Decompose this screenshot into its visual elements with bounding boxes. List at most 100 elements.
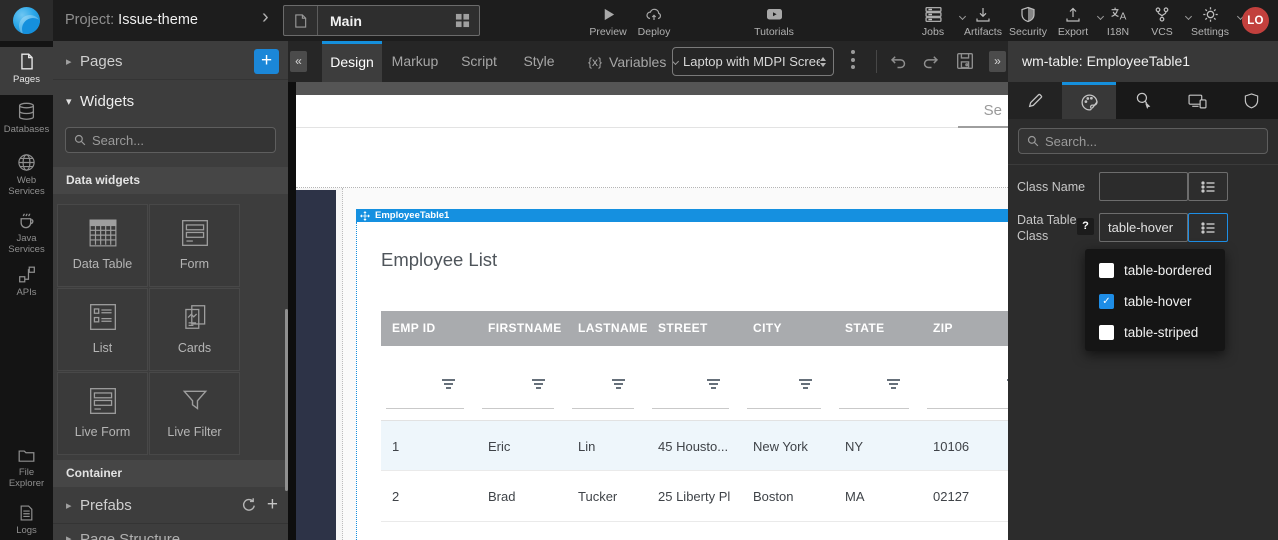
tab-properties[interactable] — [1008, 82, 1062, 119]
filter-icon[interactable] — [612, 379, 625, 391]
checkbox-unchecked[interactable] — [1099, 325, 1114, 340]
sidebar-item-web-services[interactable]: Web Services — [0, 153, 53, 209]
class-name-list-button[interactable] — [1188, 172, 1228, 201]
widget-tile-form[interactable]: Form — [149, 204, 240, 287]
widget-tile-list[interactable]: List — [57, 288, 148, 371]
filter-input[interactable] — [652, 408, 729, 409]
user-avatar[interactable]: LO — [1242, 7, 1269, 34]
filter-cell[interactable] — [922, 346, 1008, 420]
column-header[interactable]: EMP ID — [381, 311, 477, 346]
chevron-right-icon[interactable]: › — [262, 6, 269, 29]
table-cell[interactable]: 45 Housto... — [647, 421, 742, 470]
export-button[interactable]: Export — [1051, 5, 1095, 39]
page-tab-main[interactable]: Main — [283, 5, 480, 36]
checkbox-checked[interactable]: ✓ — [1099, 294, 1114, 309]
dropdown-option-table-bordered[interactable]: table-bordered — [1085, 255, 1225, 286]
help-icon[interactable]: ? — [1077, 218, 1094, 235]
sidebar-item-java-services[interactable]: Java Services — [0, 211, 53, 263]
tab-security[interactable] — [1224, 82, 1278, 119]
style-search-input[interactable] — [1045, 134, 1259, 149]
add-prefab-icon[interactable]: + — [267, 494, 278, 516]
settings-button[interactable]: Settings — [1185, 5, 1235, 39]
table-cell[interactable]: MA — [834, 471, 922, 521]
column-header[interactable]: FIRSTNAME — [477, 311, 567, 346]
sidebar-item-databases[interactable]: Databases — [0, 102, 53, 148]
pages-section-header[interactable]: ▸ Pages + — [53, 43, 288, 80]
tutorials-button[interactable]: Tutorials — [749, 5, 799, 39]
table-cell[interactable]: 25 Liberty Pl — [647, 471, 742, 521]
filter-cell[interactable] — [742, 346, 834, 420]
widgets-section-header[interactable]: ▾ Widgets — [53, 81, 288, 121]
undo-icon[interactable] — [888, 53, 907, 70]
widget-search[interactable] — [65, 127, 276, 153]
page-header-link[interactable]: Se — [984, 102, 1002, 119]
dropdown-option-table-striped[interactable]: table-striped — [1085, 317, 1225, 348]
save-icon[interactable] — [956, 52, 974, 70]
column-header[interactable]: ZIP — [922, 311, 1008, 346]
filter-input[interactable] — [482, 408, 554, 409]
column-header[interactable]: STATE — [834, 311, 922, 346]
table-cell[interactable]: 1 — [381, 421, 477, 470]
filter-cell[interactable] — [381, 346, 477, 420]
dropdown-option-table-hover[interactable]: ✓ table-hover — [1085, 286, 1225, 317]
table-cell[interactable]: New York — [742, 421, 834, 470]
vcs-button[interactable]: VCS — [1141, 5, 1183, 39]
artifacts-button[interactable]: Artifacts — [957, 5, 1009, 39]
style-search[interactable] — [1018, 128, 1268, 154]
filter-cell[interactable] — [834, 346, 922, 420]
data-table-class-input[interactable] — [1099, 213, 1188, 242]
move-icon[interactable] — [360, 211, 370, 221]
table-cell[interactable]: 02127 — [922, 471, 1008, 521]
selected-widget-badge[interactable]: EmployeeTable1 — [356, 209, 1008, 222]
tab-markup[interactable]: Markup — [382, 41, 448, 82]
expand-right-panel-icon[interactable]: » — [989, 51, 1006, 72]
filter-icon[interactable] — [532, 379, 545, 391]
widget-tile-live-filter[interactable]: Live Filter — [149, 372, 240, 455]
filter-cell[interactable] — [567, 346, 647, 420]
redo-icon[interactable] — [922, 53, 941, 70]
sidebar-item-logs[interactable]: Logs — [0, 504, 53, 540]
page-left-nav-block[interactable] — [296, 190, 336, 540]
filter-icon[interactable] — [887, 379, 900, 391]
tab-style[interactable]: Style — [510, 41, 568, 82]
tab-script[interactable]: Script — [448, 41, 510, 82]
column-header[interactable]: LASTNAME — [567, 311, 647, 346]
table-row[interactable]: 2 Brad Tucker 25 Liberty Pl Boston MA 02… — [381, 471, 1008, 522]
wavemaker-logo[interactable] — [0, 0, 53, 41]
table-cell[interactable]: Boston — [742, 471, 834, 521]
filter-icon[interactable] — [442, 379, 455, 391]
filter-input[interactable] — [839, 408, 909, 409]
device-select[interactable]: Laptop with MDPI Screen — [672, 47, 834, 76]
jobs-button[interactable]: Jobs — [909, 5, 957, 39]
filter-input[interactable] — [386, 408, 464, 409]
page-header-area[interactable]: Se — [296, 95, 1008, 128]
table-cell[interactable]: NY — [834, 421, 922, 470]
widget-tile-data-table[interactable]: Data Table — [57, 204, 148, 287]
data-table-widget[interactable]: Employee List EMP ID FIRSTNAME LASTNAME … — [356, 222, 1008, 540]
designed-page[interactable]: Se EmployeeTable1 Employee List — [296, 95, 1008, 540]
column-header[interactable]: STREET — [647, 311, 742, 346]
table-cell[interactable]: Eric — [477, 421, 567, 470]
refresh-icon[interactable] — [241, 497, 257, 513]
prefabs-section-header[interactable]: ▸ Prefabs + — [53, 487, 288, 524]
more-options-icon[interactable] — [851, 50, 855, 69]
grid-icon[interactable] — [455, 13, 470, 28]
widget-tile-live-form[interactable]: Live Form — [57, 372, 148, 455]
preview-button[interactable]: Preview — [585, 5, 631, 39]
data-table-class-list-button[interactable] — [1188, 213, 1228, 242]
sidebar-item-file-explorer[interactable]: File Explorer — [0, 446, 53, 502]
add-page-button[interactable]: + — [254, 49, 279, 74]
filter-input[interactable] — [747, 408, 821, 409]
table-cell[interactable]: Tucker — [567, 471, 647, 521]
table-cell[interactable]: 10106 — [922, 421, 1008, 470]
table-cell[interactable]: 2 — [381, 471, 477, 521]
filter-input[interactable] — [572, 408, 634, 409]
widget-tile-cards[interactable]: Cards — [149, 288, 240, 371]
table-cell[interactable]: Brad — [477, 471, 567, 521]
widget-search-input[interactable] — [92, 133, 268, 148]
column-header[interactable]: CITY — [742, 311, 834, 346]
filter-icon[interactable] — [707, 379, 720, 391]
sidebar-item-pages[interactable]: Pages — [0, 47, 53, 95]
i18n-button[interactable]: A I18N — [1097, 5, 1139, 39]
filter-cell[interactable] — [647, 346, 742, 420]
